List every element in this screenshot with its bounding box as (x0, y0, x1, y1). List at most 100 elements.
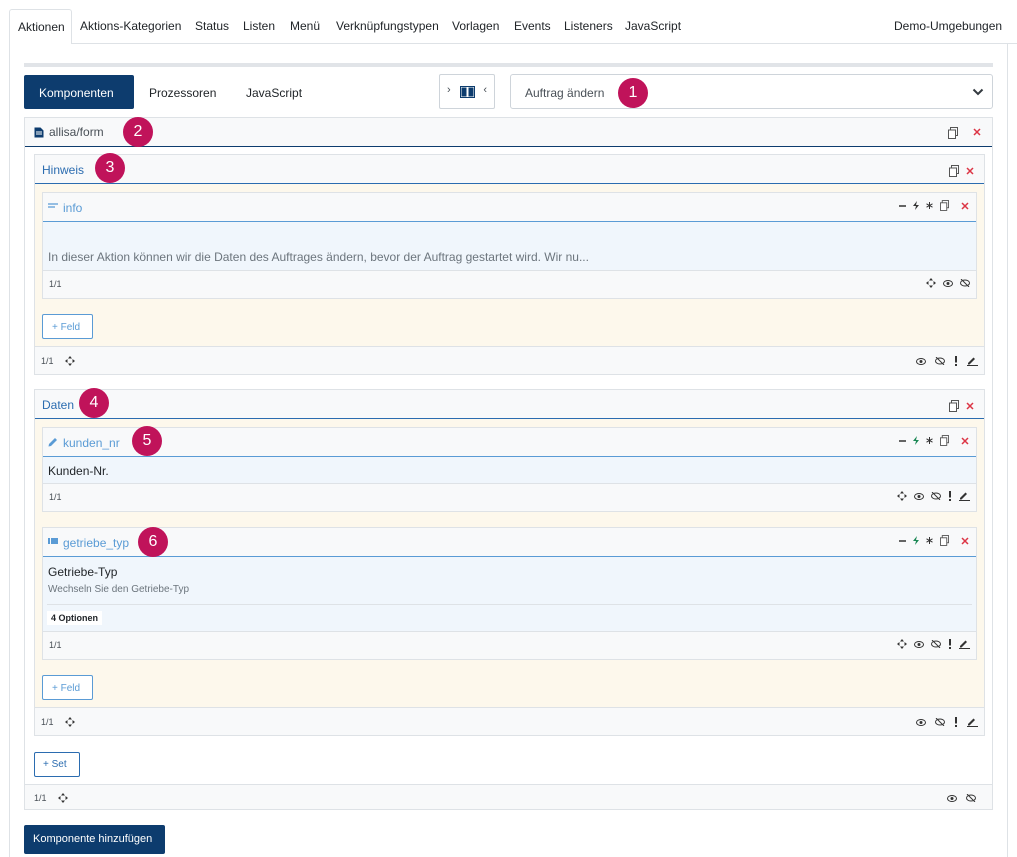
component-footer: 1/1 (25, 784, 992, 809)
tab-status[interactable]: Status (195, 19, 229, 33)
close-icon[interactable] (960, 536, 970, 546)
field-getriebe-typ: getriebe_typ Getriebe-Typ Wechseln Sie d… (42, 527, 977, 660)
copy-icon[interactable] (940, 535, 949, 546)
edit-icon[interactable] (959, 639, 970, 649)
tab-aktionen[interactable]: Aktionen (9, 9, 72, 44)
set-daten: Daten kunden_nr Kunden-Nr. 1/1 getriebe_… (34, 389, 985, 736)
close-icon[interactable] (960, 436, 970, 446)
tab-menue[interactable]: Menü (290, 19, 320, 33)
field-divider (47, 604, 972, 605)
field-counter: 1/1 (49, 640, 62, 650)
field-name[interactable]: kunden_nr (63, 436, 120, 450)
tab-vorlagen[interactable]: Vorlagen (452, 19, 499, 33)
add-set-button[interactable]: + Set (34, 752, 80, 777)
exclamation-icon[interactable] (954, 717, 958, 727)
minus-icon[interactable] (899, 537, 906, 544)
callout-badge-4: 4 (79, 388, 109, 418)
edit-icon[interactable] (967, 717, 978, 727)
field-header: getriebe_typ (43, 528, 976, 557)
copy-icon[interactable] (940, 435, 949, 446)
eye-icon[interactable] (916, 357, 926, 365)
exclamation-icon[interactable] (948, 491, 952, 501)
field-actions (899, 200, 970, 211)
exclamation-icon[interactable] (948, 639, 952, 649)
eye-icon[interactable] (916, 718, 926, 726)
tab-events[interactable]: Events (514, 19, 551, 33)
main-tabs: Aktionen Aktions-Kategorien Status Liste… (0, 0, 1017, 44)
edit-icon[interactable] (959, 491, 970, 501)
close-icon[interactable] (960, 201, 970, 211)
component-header: allisa/form (25, 118, 992, 147)
eye-slash-icon[interactable] (935, 718, 945, 726)
asterisk-icon[interactable] (926, 537, 933, 544)
field-label: Getriebe-Typ (48, 565, 118, 579)
eye-slash-icon[interactable] (960, 279, 970, 287)
copy-icon[interactable] (940, 200, 949, 211)
tab-listen[interactable]: Listen (243, 19, 275, 33)
set-title[interactable]: Hinweis (42, 163, 84, 177)
minus-icon[interactable] (899, 437, 906, 444)
move-icon[interactable] (65, 717, 75, 727)
move-icon[interactable] (897, 491, 907, 501)
subtab-javascript[interactable]: JavaScript (246, 86, 302, 100)
asterisk-icon[interactable] (926, 202, 933, 209)
tab-aktions-kategorien[interactable]: Aktions-Kategorien (80, 19, 181, 33)
move-icon[interactable] (65, 356, 75, 366)
eye-icon[interactable] (947, 794, 957, 802)
minus-icon[interactable] (899, 202, 906, 209)
copy-icon[interactable] (949, 165, 959, 177)
move-icon[interactable] (58, 793, 68, 803)
eye-icon[interactable] (943, 279, 953, 287)
asterisk-icon[interactable] (926, 437, 933, 444)
set-footer: 1/1 (35, 707, 984, 735)
subtab-komponenten[interactable]: Komponenten (24, 75, 134, 109)
layout-toggle[interactable]: › ‹ (439, 74, 495, 109)
bolt-icon[interactable] (913, 436, 919, 445)
set-header: Daten (35, 390, 984, 419)
field-name[interactable]: getriebe_typ (63, 536, 129, 550)
eye-icon[interactable] (914, 640, 924, 648)
tab-listeners[interactable]: Listeners (564, 19, 613, 33)
copy-icon[interactable] (949, 400, 959, 412)
move-icon[interactable] (897, 639, 907, 649)
field-counter: 1/1 (49, 279, 62, 289)
set-title[interactable]: Daten (42, 398, 74, 412)
eye-icon[interactable] (914, 492, 924, 500)
field-footer-actions (897, 491, 970, 501)
eye-slash-icon[interactable] (931, 492, 941, 500)
add-field-button[interactable]: + Feld (42, 314, 93, 339)
chevron-down-icon (972, 87, 984, 97)
add-component-button[interactable]: Komponente hinzufügen (24, 825, 165, 854)
tab-javascript[interactable]: JavaScript (625, 19, 681, 33)
move-icon[interactable] (926, 278, 936, 288)
close-icon[interactable] (972, 127, 982, 137)
field-footer: 1/1 (43, 483, 976, 511)
document-icon (34, 127, 44, 138)
copy-icon[interactable] (948, 127, 958, 139)
bolt-icon[interactable] (913, 201, 919, 210)
add-field-button[interactable]: + Feld (42, 675, 93, 700)
exclamation-icon[interactable] (954, 356, 958, 366)
options-count-badge[interactable]: 4 Optionen (47, 611, 102, 625)
eye-slash-icon[interactable] (935, 357, 945, 365)
field-actions (899, 435, 970, 446)
field-name[interactable]: info (63, 201, 82, 215)
demo-umgebungen-link[interactable]: Demo-Umgebungen (894, 19, 1002, 33)
field-header: info (43, 193, 976, 222)
action-select[interactable]: Auftrag ändern (510, 74, 993, 109)
set-header: Hinweis (35, 155, 984, 184)
field-counter: 1/1 (49, 492, 62, 502)
close-icon[interactable] (965, 401, 975, 411)
callout-badge-6: 6 (138, 527, 168, 557)
subtab-prozessoren[interactable]: Prozessoren (149, 86, 216, 100)
bolt-icon[interactable] (913, 536, 919, 545)
eye-slash-icon[interactable] (966, 794, 976, 802)
field-label: Kunden-Nr. (48, 464, 109, 478)
set-footer-actions (916, 356, 978, 366)
edit-icon[interactable] (967, 356, 978, 366)
tab-verknuepfungstypen[interactable]: Verknüpfungstypen (336, 19, 439, 33)
set-hinweis: Hinweis info In dieser Aktion können wir… (34, 154, 985, 375)
component-footer-actions (947, 794, 976, 802)
eye-slash-icon[interactable] (931, 640, 941, 648)
close-icon[interactable] (965, 166, 975, 176)
